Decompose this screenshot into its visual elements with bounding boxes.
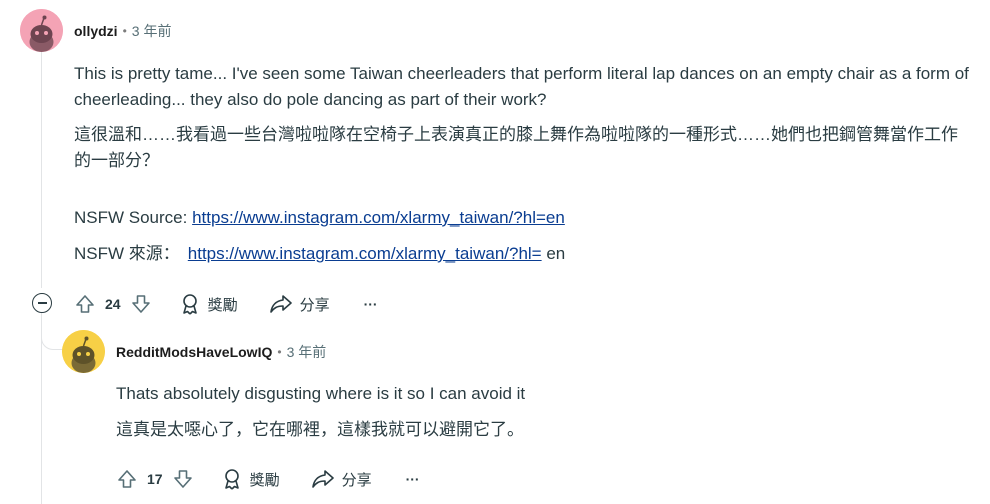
collapse-icon (37, 302, 47, 304)
more-options-button[interactable]: ··· (406, 471, 420, 487)
reply-username[interactable]: RedditModsHaveLowIQ (116, 344, 272, 360)
reply-avatar[interactable] (62, 330, 105, 373)
vote-count: 24 (105, 296, 121, 312)
reply-actions: 17 獎勵 分享 ··· (116, 467, 420, 491)
award-button[interactable]: 獎勵 (180, 293, 238, 315)
avatar[interactable] (20, 9, 63, 52)
downvote-button[interactable] (130, 293, 152, 315)
downvote-button[interactable] (172, 468, 194, 490)
reply-paragraph-en: Thats absolutely disgusting where is it … (116, 384, 526, 403)
award-label: 獎勵 (249, 471, 280, 489)
upvote-icon (118, 470, 136, 488)
reply-body: Thats absolutely disgusting where is it … (116, 381, 976, 443)
source-label-zh: NSFW 來源： (74, 244, 180, 263)
thread-line[interactable] (41, 50, 42, 288)
thread-elbow (41, 313, 63, 350)
share-icon (311, 470, 334, 488)
source-link-zh[interactable]: https://www.instagram.com/xlarmy_taiwan/… (188, 244, 542, 263)
comment-paragraph-zh: 這很溫和……我看過一些台灣啦啦隊在空椅子上表演真正的膝上舞作為啦啦隊的一種形式…… (74, 125, 958, 170)
reply-timestamp[interactable]: 3 年前 (287, 342, 327, 362)
more-options-button[interactable]: ··· (364, 296, 378, 312)
comment-paragraph-en: This is pretty tame... I've seen some Ta… (74, 64, 969, 109)
separator-dot: • (122, 24, 127, 38)
timestamp[interactable]: 3 年前 (132, 21, 172, 41)
source-label: NSFW Source: (74, 208, 193, 227)
source-line: NSFW Source: https://www.instagram.com/x… (74, 205, 974, 231)
share-label: 分享 (341, 471, 372, 489)
separator-dot: • (277, 345, 282, 359)
comment-body: This is pretty tame... I've seen some Ta… (74, 61, 974, 174)
downvote-icon (173, 470, 192, 488)
share-button[interactable]: 分享 (311, 469, 372, 490)
more-icon: ··· (363, 296, 378, 312)
share-icon (269, 295, 292, 313)
collapse-button[interactable] (32, 293, 52, 313)
vote-count: 17 (147, 471, 163, 487)
share-label: 分享 (299, 296, 330, 314)
reply-meta: RedditModsHaveLowIQ • 3 年前 (116, 342, 326, 362)
award-label: 獎勵 (207, 296, 238, 314)
source-link[interactable]: https://www.instagram.com/xlarmy_taiwan/… (192, 208, 565, 227)
username[interactable]: ollydzi (74, 23, 118, 39)
source-suffix-zh: en (541, 244, 566, 263)
upvote-button[interactable] (74, 293, 96, 315)
reply-paragraph-zh: 這真是太噁心了，它在哪裡，這樣我就可以避開它了。 (116, 420, 524, 439)
downvote-icon (131, 295, 150, 313)
upvote-button[interactable] (116, 468, 138, 490)
award-button[interactable]: 獎勵 (222, 468, 280, 490)
share-button[interactable]: 分享 (269, 294, 330, 315)
snoo-avatar-icon (62, 330, 105, 373)
more-icon: ··· (405, 471, 420, 487)
source-line-zh: NSFW 來源： https://www.instagram.com/xlarmy… (74, 241, 974, 267)
upvote-icon (76, 295, 94, 313)
snoo-avatar-icon (20, 9, 63, 52)
comment-meta: ollydzi • 3 年前 (74, 21, 171, 41)
award-icon (182, 294, 197, 315)
comment-actions: 24 獎勵 分享 ··· (74, 292, 378, 316)
award-icon (224, 469, 239, 490)
